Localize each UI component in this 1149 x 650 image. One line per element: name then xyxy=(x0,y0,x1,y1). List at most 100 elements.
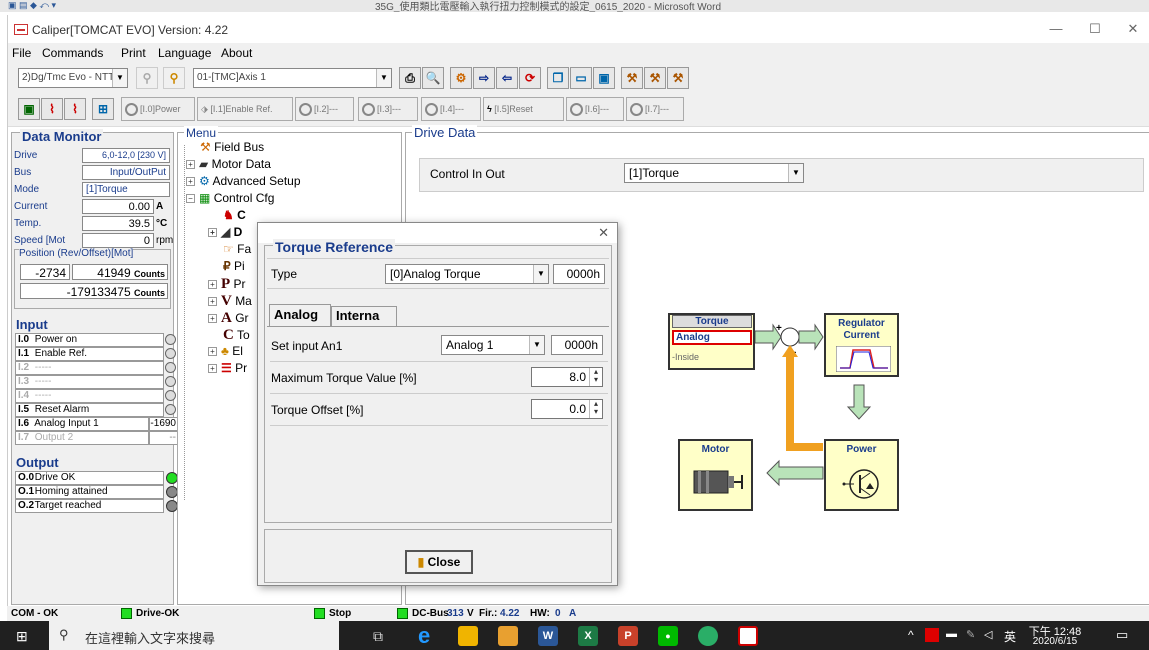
status-drive: Drive-OK xyxy=(136,608,180,619)
power-command-button[interactable]: [I.0]Power xyxy=(121,97,195,121)
menu-print[interactable]: Print xyxy=(121,46,146,60)
tree-item-c2[interactable]: C To xyxy=(223,327,250,344)
windows-start-icon[interactable]: ⊞ xyxy=(16,629,30,643)
minimize-button[interactable]: — xyxy=(1041,21,1071,36)
wechat-icon[interactable] xyxy=(698,626,718,646)
section-select[interactable]: [1]Torque ▼ xyxy=(624,163,804,183)
input-row-i7: I.7 Output 2 xyxy=(15,431,149,445)
tree-item-advanced-setup[interactable]: + ⚙ Advanced Setup xyxy=(186,174,301,188)
download-icon[interactable]: ⇦ xyxy=(496,67,518,89)
tool1-icon[interactable]: ⚒ xyxy=(621,67,643,89)
tool3-icon[interactable]: ⚒ xyxy=(667,67,689,89)
tree-item-motor-data[interactable]: + ▰ Motor Data xyxy=(186,157,271,171)
motor-box[interactable]: Motor xyxy=(678,439,753,511)
tree-item-field-bus[interactable]: ⚒ Field Bus xyxy=(200,140,264,154)
spinner-icon[interactable]: ▴ ▾ xyxy=(589,400,602,418)
tray-date[interactable]: 2020/6/15 xyxy=(1025,636,1085,647)
i2-command-button[interactable]: [I.2]--- xyxy=(295,97,354,121)
menu-file[interactable]: File xyxy=(12,46,31,60)
i7-command-button[interactable]: [I.7]--- xyxy=(626,97,684,121)
axis-select[interactable]: 01-[TMC]Axis 1 ▼ xyxy=(193,68,392,88)
tray-network-icon[interactable]: ▬ xyxy=(946,628,957,640)
enable-ref-command-button[interactable]: ⬗ [I.1]Enable Ref. xyxy=(197,97,293,121)
analog-option[interactable]: Analog xyxy=(672,330,752,345)
tray-pen-icon[interactable]: ✎ xyxy=(966,628,975,641)
tray-ime[interactable]: 英 xyxy=(1004,628,1016,645)
tree-item-el[interactable]: + ♣ El xyxy=(208,344,243,358)
torque-offset-input[interactable]: 0.0 ▴ ▾ xyxy=(531,399,603,419)
upload-icon[interactable]: ⇨ xyxy=(473,67,495,89)
notification-icon[interactable]: ▭ xyxy=(1116,627,1128,643)
monitor-icon[interactable]: ▣ xyxy=(18,98,40,120)
file-explorer-icon[interactable] xyxy=(458,626,478,646)
tab-analog[interactable]: Analog xyxy=(269,304,331,326)
position-group: Position (Rev/Offset)[Mot] -2734 41949 C… xyxy=(14,248,171,309)
tray-volume-icon[interactable]: ◁ xyxy=(984,628,992,641)
save-icon[interactable]: ▣ xyxy=(593,67,615,89)
input-row-i4: I.4 ----- xyxy=(15,389,164,403)
close-button[interactable]: ✕ xyxy=(1118,21,1148,37)
parameters-icon[interactable]: ⚙ xyxy=(450,67,472,89)
tree-item-d[interactable]: + ◢ D xyxy=(208,225,242,239)
print-icon[interactable]: ⎙ xyxy=(399,67,421,89)
tree-item-p[interactable]: + P Pr xyxy=(208,276,246,293)
tab-internal[interactable]: Interna xyxy=(331,306,397,326)
tree-item-c[interactable]: ♞ C xyxy=(223,208,246,222)
line-icon[interactable]: ● xyxy=(658,626,678,646)
taskbar-search-box[interactable]: ⚲ 在這裡輸入文字來搜尋 xyxy=(49,621,339,650)
caliper-task-icon[interactable] xyxy=(738,626,758,646)
connect-icon[interactable]: ⚲ xyxy=(163,67,185,89)
maximize-button[interactable]: ☐ xyxy=(1080,21,1110,37)
set-input-select[interactable]: Analog 1 ▼ xyxy=(441,335,545,355)
menu-language[interactable]: Language xyxy=(158,46,211,60)
tree-item-control[interactable]: − ▦ Control Cfg xyxy=(186,191,274,205)
status-hw-label: HW: xyxy=(530,608,550,619)
dialog-close-icon[interactable]: ✕ xyxy=(598,225,609,241)
app-icon-orange[interactable] xyxy=(498,626,518,646)
powerpoint-icon[interactable]: P xyxy=(618,626,638,646)
scope-icon[interactable]: ⌇ xyxy=(64,98,86,120)
status-bar-content: COM - OK Drive-OK Stop DC-Bus 313 V Fir.… xyxy=(7,606,1149,621)
menu-commands[interactable]: Commands xyxy=(42,46,103,60)
motor-label: Motor xyxy=(701,444,730,455)
tree-item-fa[interactable]: ☞ Fa xyxy=(223,242,251,256)
open-icon[interactable]: ▭ xyxy=(570,67,592,89)
word-icon[interactable]: W xyxy=(538,626,558,646)
network-icon[interactable]: ⊞ xyxy=(92,98,114,120)
excel-icon[interactable]: X xyxy=(578,626,598,646)
disconnect-icon[interactable]: ⚲ xyxy=(136,67,158,89)
inside-option[interactable]: -Inside xyxy=(672,352,699,362)
tree-item-v[interactable]: + V Ma xyxy=(208,293,252,310)
max-torque-input[interactable]: 8.0 ▴ ▾ xyxy=(531,367,603,387)
reset-command-button[interactable]: ϟ [I.5]Reset xyxy=(483,97,564,121)
tray-app-icon[interactable] xyxy=(925,628,939,642)
regulator-box[interactable]: Regulator Current xyxy=(824,313,899,377)
i3-command-button[interactable]: [I.3]--- xyxy=(358,97,418,121)
refresh-icon[interactable]: ⟳ xyxy=(519,67,541,89)
task-view-icon[interactable]: ⧉ xyxy=(373,628,383,645)
preview-icon[interactable]: 🔍 xyxy=(422,67,444,89)
chevron-down-icon: ▼ xyxy=(112,69,127,87)
power-box[interactable]: Power xyxy=(824,439,899,511)
spinner-icon[interactable]: ▴ ▾ xyxy=(589,368,602,386)
chevron-down-icon: ▼ xyxy=(376,69,391,87)
i6-command-button[interactable]: [I.6]--- xyxy=(566,97,624,121)
menu-about[interactable]: About xyxy=(221,46,252,60)
tool2-icon[interactable]: ⚒ xyxy=(644,67,666,89)
type-select[interactable]: [0]Analog Torque ▼ xyxy=(385,264,549,284)
tree-item-pr[interactable]: + ☰ Pr xyxy=(208,361,247,375)
device-select[interactable]: 2)Dg/Tmc Evo - NTT ▼ xyxy=(18,68,128,88)
chart-icon[interactable]: ⌇ xyxy=(41,98,63,120)
tray-chevron-icon[interactable]: ^ xyxy=(908,628,914,642)
current-label: Current xyxy=(843,330,880,341)
close-dialog-button[interactable]: ▮ Close xyxy=(405,550,473,574)
i4-command-button[interactable]: [I.4]--- xyxy=(421,97,481,121)
led-i2 xyxy=(165,362,176,373)
edge-icon[interactable]: e xyxy=(418,625,438,647)
tree-item-pi[interactable]: ₽ Pi xyxy=(223,259,245,273)
toolbar-top: 2)Dg/Tmc Evo - NTT ▼ ⚲ ⚲ 01-[TMC]Axis 1 … xyxy=(8,63,1149,93)
tree-item-a[interactable]: + A Gr xyxy=(208,310,249,327)
arrow-to-power xyxy=(846,384,872,420)
background-window-titlebar: ▣ ▤ ◆ ⤺ ▾ 35G_使用類比電壓輸入執行扭力控制模式的設定_0615_2… xyxy=(0,0,1149,12)
copy-icon[interactable]: ❐ xyxy=(547,67,569,89)
